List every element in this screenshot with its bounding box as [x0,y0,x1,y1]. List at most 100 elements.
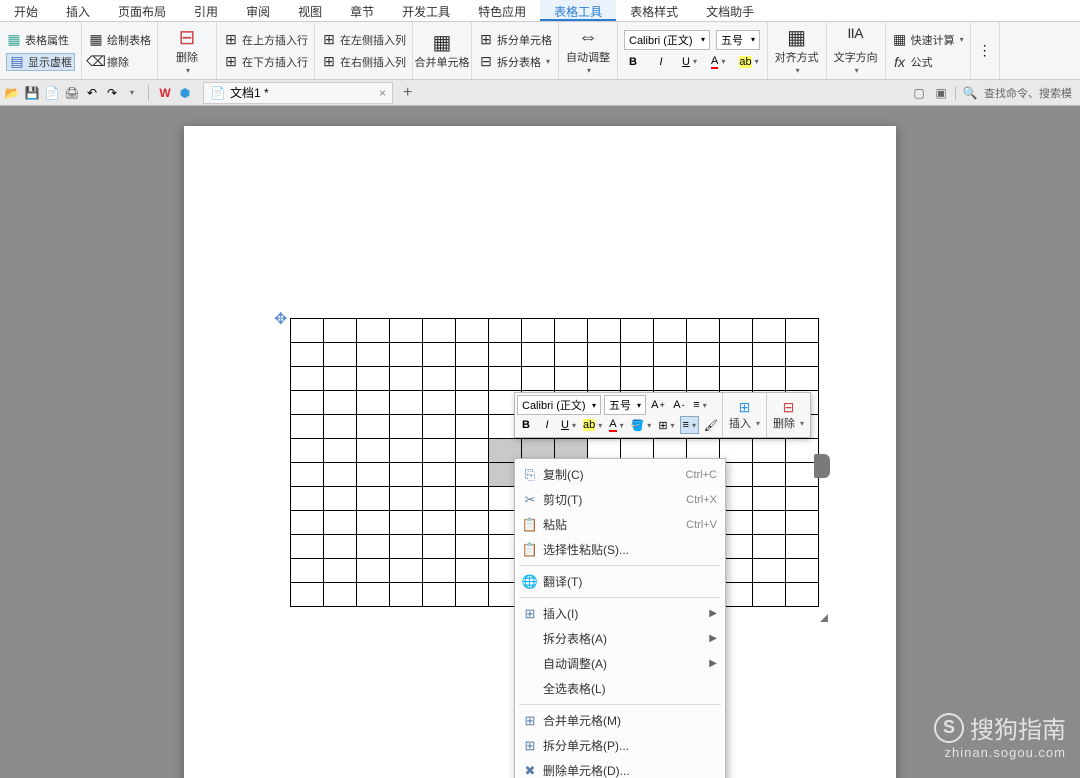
table-cell[interactable] [390,367,423,391]
table-cell[interactable] [654,367,687,391]
mini-underline-button[interactable]: U [559,416,578,434]
table-cell[interactable] [324,415,357,439]
highlight-button[interactable]: ab [737,53,760,71]
table-cell[interactable] [489,319,522,343]
table-cell[interactable] [423,319,456,343]
table-cell[interactable] [522,319,555,343]
table-cell[interactable] [423,463,456,487]
merge-cells-button[interactable]: ▦合并单元格 [419,31,465,70]
table-cell[interactable] [357,415,390,439]
table-cell[interactable] [555,343,588,367]
table-cell[interactable] [390,487,423,511]
ribbon-more-icon[interactable]: ⋮ [977,43,993,59]
table-cell[interactable] [423,535,456,559]
table-cell[interactable] [291,343,324,367]
table-cell[interactable] [522,343,555,367]
table-cell[interactable] [390,463,423,487]
underline-button[interactable]: U [680,53,699,71]
table-cell[interactable] [753,439,786,463]
table-cell[interactable] [786,319,819,343]
search-placeholder[interactable]: 查找命令、搜索模 [984,85,1072,101]
table-cell[interactable] [390,415,423,439]
table-cell[interactable] [357,319,390,343]
table-cell[interactable] [489,367,522,391]
table-cell[interactable] [588,319,621,343]
table-cell[interactable] [456,343,489,367]
table-cell[interactable] [390,583,423,607]
table-cell[interactable] [687,319,720,343]
open-icon[interactable]: 📂 [4,85,20,101]
table-cell[interactable] [390,391,423,415]
font-name-selector[interactable]: Calibri (正文)▾ [624,30,710,50]
tab-doc-helper[interactable]: 文档助手 [692,0,768,21]
table-cell[interactable] [753,487,786,511]
table-cell[interactable] [588,367,621,391]
table-cell[interactable] [753,343,786,367]
font-color-button[interactable]: A [709,53,727,71]
table-cell[interactable] [489,343,522,367]
table-cell[interactable] [390,535,423,559]
table-cell[interactable] [390,343,423,367]
show-gridlines-button[interactable]: ▤显示虚框 [6,53,75,71]
table-cell[interactable] [324,487,357,511]
table-cell[interactable] [423,583,456,607]
tab-table-style[interactable]: 表格样式 [616,0,692,21]
table-cell[interactable] [291,391,324,415]
table-cell[interactable] [357,559,390,583]
table-cell[interactable] [324,583,357,607]
table-cell[interactable] [423,367,456,391]
table-cell[interactable] [357,535,390,559]
table-cell[interactable] [621,343,654,367]
split-table-button[interactable]: ⊟拆分表格 [478,54,550,70]
table-cell[interactable] [621,319,654,343]
table-cell[interactable] [720,319,753,343]
mini-delete-button[interactable]: 删除 [773,415,804,431]
table-cell[interactable] [291,559,324,583]
table-cell[interactable] [753,559,786,583]
table-cell[interactable] [291,367,324,391]
undo-icon[interactable]: ↶ [84,85,100,101]
close-tab-icon[interactable]: × [379,86,386,100]
ctx-item[interactable]: ⎘复制(C)Ctrl+C [515,462,725,487]
ctx-item[interactable]: ✖删除单元格(D)... [515,758,725,778]
new-tab-button[interactable]: + [403,84,412,102]
mini-shrink-font-icon[interactable]: A- [670,396,688,414]
table-cell[interactable] [390,439,423,463]
tab-devtools[interactable]: 开发工具 [388,0,464,21]
table-cell[interactable] [291,535,324,559]
table-cell[interactable] [456,535,489,559]
table-cell[interactable] [786,535,819,559]
table-cell[interactable] [324,319,357,343]
font-size-selector[interactable]: 五号▾ [716,30,760,50]
table-cell[interactable] [753,463,786,487]
draw-table-button[interactable]: ▦绘制表格 [88,32,151,48]
ctx-item[interactable]: ✂剪切(T)Ctrl+X [515,487,725,512]
table-cell[interactable] [423,391,456,415]
table-cell[interactable] [753,367,786,391]
table-cell[interactable] [720,367,753,391]
insert-col-left-button[interactable]: ⊞在左侧插入列 [321,32,406,48]
tab-review[interactable]: 审阅 [232,0,284,21]
align-button[interactable]: ▦对齐方式 [774,26,820,75]
tab-reference[interactable]: 引用 [180,0,232,21]
table-cell[interactable] [786,367,819,391]
insert-row-below-button[interactable]: ⊞在下方插入行 [223,54,308,70]
table-cell[interactable] [390,319,423,343]
table-cell[interactable] [291,583,324,607]
formula-button[interactable]: fx公式 [892,54,933,70]
mini-grow-font-icon[interactable]: A+ [649,396,667,414]
table-cell[interactable] [324,463,357,487]
table-cell[interactable] [687,367,720,391]
table-cell[interactable] [456,559,489,583]
tab-view[interactable]: 视图 [284,0,336,21]
table-cell[interactable] [786,487,819,511]
eraser-button[interactable]: ⌫擦除 [88,54,129,70]
table-cell[interactable] [456,583,489,607]
table-cell[interactable] [390,511,423,535]
table-cell[interactable] [291,415,324,439]
table-cell[interactable] [324,343,357,367]
table-cell[interactable] [456,367,489,391]
view-mode2-icon[interactable]: ▣ [933,85,949,101]
table-cell[interactable] [456,415,489,439]
table-cell[interactable] [357,439,390,463]
